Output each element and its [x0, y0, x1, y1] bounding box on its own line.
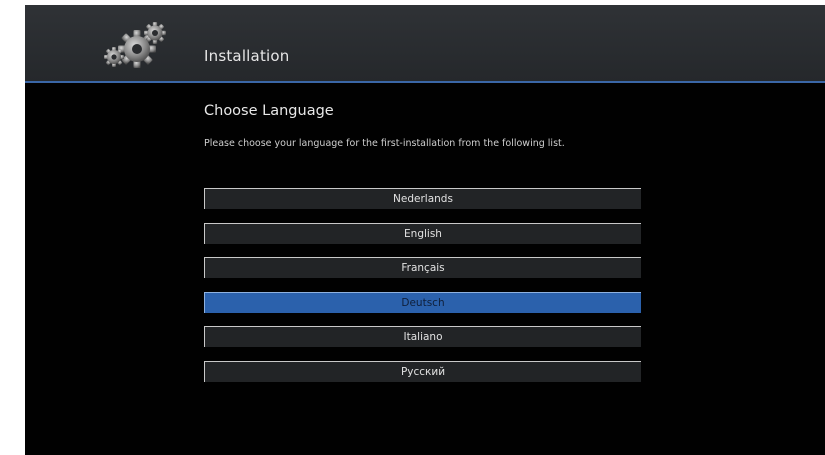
header-bar: Installation — [25, 5, 825, 81]
language-option-russian[interactable]: Русский — [204, 360, 641, 382]
page-description: Please choose your language for the firs… — [204, 138, 565, 149]
gears-icon — [104, 22, 166, 68]
language-option-english[interactable]: English — [204, 222, 641, 244]
language-option-deutsch[interactable]: Deutsch — [204, 291, 641, 313]
language-option-francais[interactable]: Français — [204, 257, 641, 278]
language-option-nederlands[interactable]: Nederlands — [204, 188, 641, 209]
language-list: Nederlands English Français Deutsch Ital… — [204, 188, 642, 395]
header-divider — [25, 81, 825, 83]
language-option-italiano[interactable]: Italiano — [204, 326, 641, 347]
header-title: Installation — [204, 47, 290, 65]
tv-screen: Installation Choose Language Please choo… — [25, 5, 825, 455]
page-title: Choose Language — [204, 103, 334, 119]
